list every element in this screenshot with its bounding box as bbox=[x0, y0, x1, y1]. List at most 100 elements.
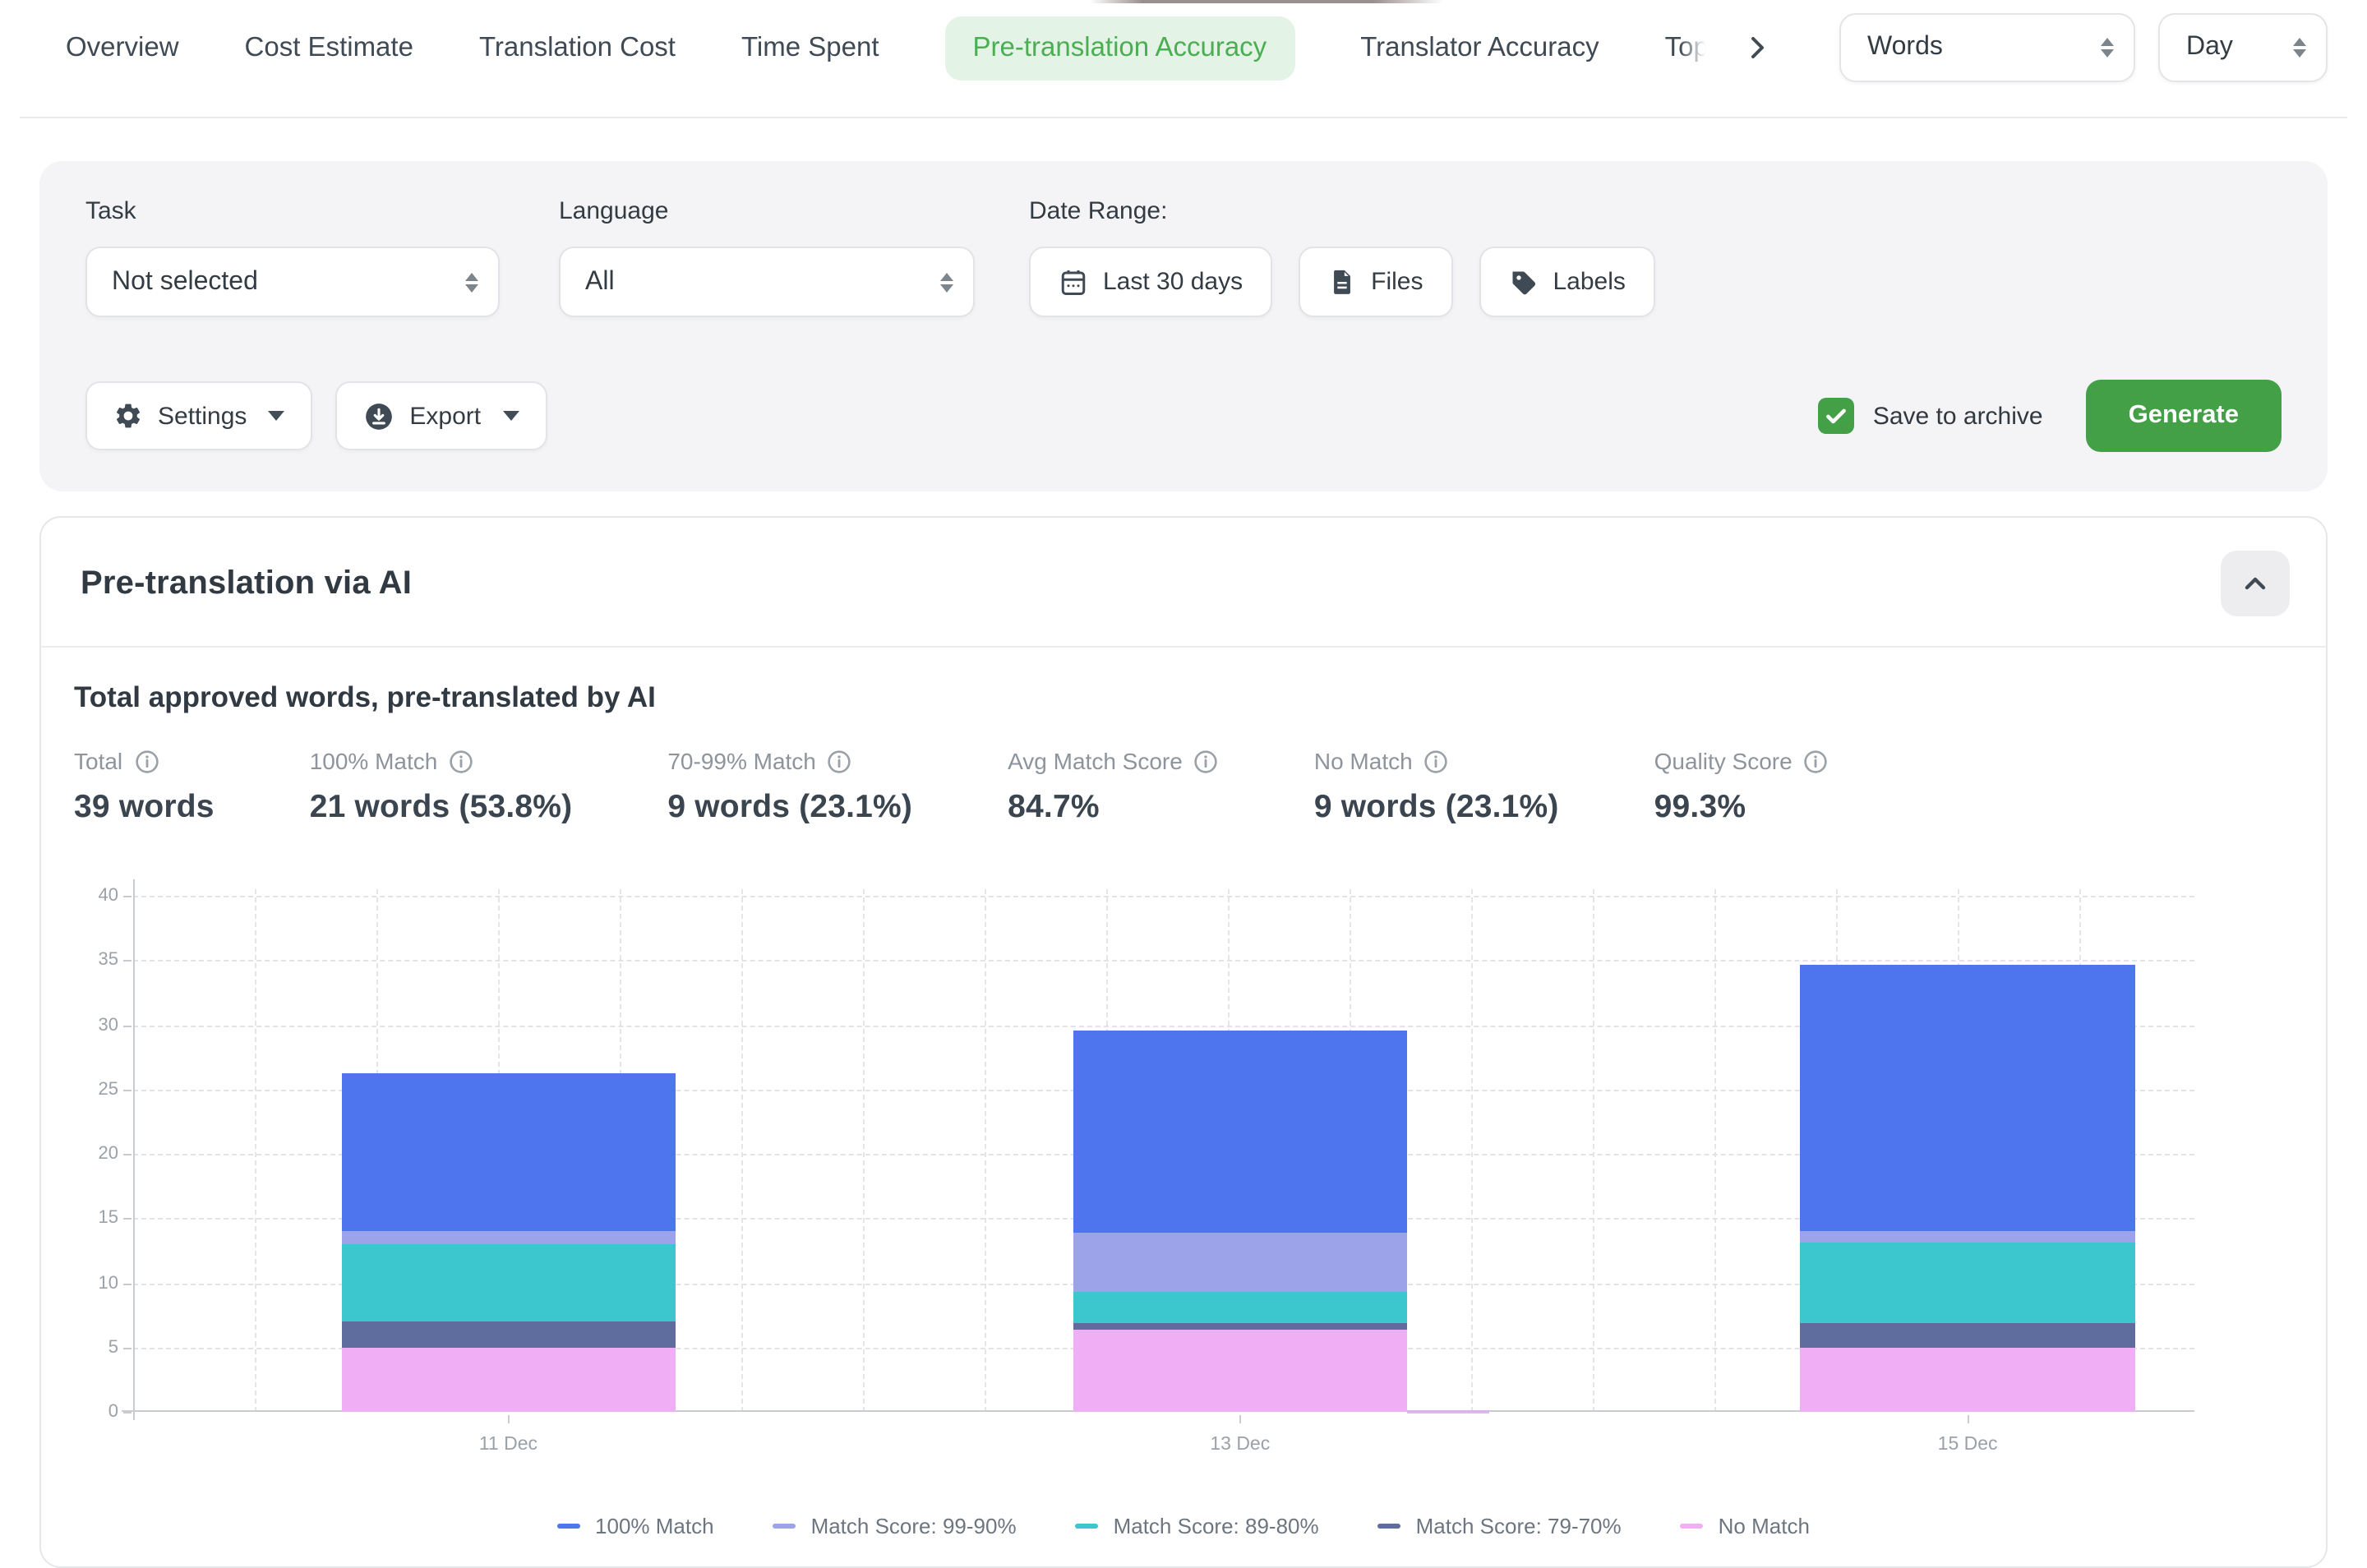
stat-value: 84.7% bbox=[1008, 789, 1219, 827]
date-range-value: Last 30 days bbox=[1103, 268, 1243, 296]
info-icon[interactable] bbox=[1424, 749, 1449, 773]
y-axis-tick-label: 10 bbox=[99, 1273, 119, 1293]
x-axis-tick-mark bbox=[1240, 1415, 1242, 1423]
y-axis-tick-mark bbox=[123, 896, 132, 897]
legend-item-100-match[interactable]: 100% Match bbox=[557, 1514, 714, 1538]
bar-segment-15-dec-match-score-79-70-[interactable] bbox=[1801, 1323, 2134, 1348]
tag-icon bbox=[1508, 267, 1538, 297]
analytics-page: Overview Cost Estimate Translation Cost … bbox=[0, 0, 2367, 1550]
stat-quality-score: Quality Score 99.3% bbox=[1654, 748, 1829, 827]
bar-segment-11-dec-match-score-99-90-[interactable] bbox=[341, 1231, 675, 1244]
legend-label: Match Score: 89-80% bbox=[1114, 1514, 1319, 1538]
stat-value: 99.3% bbox=[1654, 789, 1829, 827]
bar-segment-13-dec-100-match[interactable] bbox=[1073, 1031, 1407, 1233]
period-select[interactable]: Day bbox=[2158, 13, 2328, 82]
stat-no-match: No Match 9 words (23.1%) bbox=[1314, 748, 1559, 827]
stat-value: 21 words (53.8%) bbox=[310, 789, 573, 827]
bar-segment-15-dec-no-match[interactable] bbox=[1801, 1348, 2134, 1413]
card-title: Pre-translation via AI bbox=[81, 565, 412, 602]
filters-panel: Task Not selected Language All Date Rang… bbox=[39, 161, 2328, 491]
bar-segment-11-dec-no-match[interactable] bbox=[341, 1348, 675, 1413]
legend-dash-icon bbox=[1681, 1524, 1704, 1529]
y-axis-tick-label: 35 bbox=[99, 951, 119, 971]
gridline-horizontal bbox=[133, 961, 2194, 962]
date-range-button[interactable]: Last 30 days bbox=[1029, 247, 1272, 317]
bar-segment-11-dec-match-score-89-80-[interactable] bbox=[341, 1244, 675, 1321]
tab-translator-accuracy[interactable]: Translator Accuracy bbox=[1360, 32, 1599, 63]
y-axis-tick-mark bbox=[123, 961, 132, 962]
caret-down-icon bbox=[502, 411, 519, 421]
legend-item-no-match[interactable]: No Match bbox=[1681, 1514, 1810, 1538]
language-select-value: All bbox=[585, 267, 615, 297]
file-icon bbox=[1328, 268, 1356, 296]
stat-avg-match-score: Avg Match Score 84.7% bbox=[1008, 748, 1219, 827]
bar-segment-15-dec-match-score-99-90-[interactable] bbox=[1801, 1231, 2134, 1243]
bar-segment-13-dec-match-score-79-70-[interactable] bbox=[1073, 1323, 1407, 1330]
pre-translation-card: Pre-translation via AI Total approved wo… bbox=[39, 516, 2328, 1568]
unit-select[interactable]: Words bbox=[1839, 13, 2135, 82]
gridline-vertical bbox=[1714, 889, 1716, 1412]
tab-time-spent[interactable]: Time Spent bbox=[741, 32, 879, 63]
language-select[interactable]: All bbox=[559, 247, 975, 317]
tabs-scroll-right-button[interactable] bbox=[1745, 35, 1771, 61]
gridline-vertical bbox=[863, 889, 865, 1412]
info-icon[interactable] bbox=[828, 749, 852, 773]
bar-segment-11-dec-match-score-79-70-[interactable] bbox=[341, 1321, 675, 1347]
chevron-up-icon bbox=[2242, 570, 2268, 597]
generate-button[interactable]: Generate bbox=[2086, 380, 2282, 452]
legend-label: 100% Match bbox=[595, 1514, 714, 1538]
legend-item-match-score-99-90-[interactable]: Match Score: 99-90% bbox=[773, 1514, 1017, 1538]
tab-translation-cost[interactable]: Translation Cost bbox=[479, 32, 676, 63]
bar-segment-15-dec-100-match[interactable] bbox=[1801, 966, 2134, 1231]
stat-label: Avg Match Score bbox=[1008, 748, 1183, 774]
legend-item-match-score-79-70-[interactable]: Match Score: 79-70% bbox=[1378, 1514, 1622, 1538]
unit-select-value: Words bbox=[1867, 33, 1943, 62]
section-title: Total approved words, pre-translated by … bbox=[74, 680, 2293, 715]
tab-cost-estimate[interactable]: Cost Estimate bbox=[245, 32, 413, 63]
y-axis-tick-label: 0 bbox=[108, 1402, 118, 1422]
report-tabs: Overview Cost Estimate Translation Cost … bbox=[66, 16, 1810, 80]
info-icon[interactable] bbox=[134, 749, 159, 773]
stat-total: Total 39 words bbox=[74, 748, 215, 827]
stat-label: 70-99% Match bbox=[667, 748, 816, 774]
gridline-vertical bbox=[741, 889, 743, 1412]
tab-overview[interactable]: Overview bbox=[66, 32, 179, 63]
info-icon[interactable] bbox=[1804, 749, 1829, 773]
x-axis-tick-mark bbox=[508, 1415, 510, 1423]
stat-value: 9 words (23.1%) bbox=[1314, 789, 1559, 827]
task-select-value: Not selected bbox=[112, 267, 258, 297]
files-filter-button[interactable]: Files bbox=[1299, 247, 1452, 317]
stacked-bar-chart: 051015202530354011 Dec13 Dec15 Dec bbox=[74, 866, 2293, 1510]
legend-dash-icon bbox=[1076, 1524, 1099, 1529]
bar-segment-13-dec-match-score-99-90-[interactable] bbox=[1073, 1233, 1407, 1292]
stats-row: Total 39 words 100% Match 21 words (53.8… bbox=[74, 748, 2293, 827]
report-tabs-bar: Overview Cost Estimate Translation Cost … bbox=[0, 0, 2367, 95]
legend-item-match-score-89-80-[interactable]: Match Score: 89-80% bbox=[1076, 1514, 1319, 1538]
bar-segment-15-dec-match-score-89-80-[interactable] bbox=[1801, 1243, 2134, 1322]
period-select-value: Day bbox=[2186, 33, 2233, 62]
tab-pre-translation-accuracy[interactable]: Pre-translation Accuracy bbox=[945, 16, 1295, 80]
download-circle-icon bbox=[363, 400, 394, 431]
date-range-label: Date Range: bbox=[1029, 197, 1655, 225]
info-icon[interactable] bbox=[1194, 749, 1219, 773]
info-icon[interactable] bbox=[449, 749, 473, 773]
task-select[interactable]: Not selected bbox=[85, 247, 500, 317]
gridline-vertical bbox=[1593, 889, 1594, 1412]
tab-top-truncated[interactable]: Top bbox=[1665, 32, 1709, 63]
stat-value: 9 words (23.1%) bbox=[667, 789, 912, 827]
task-label: Task bbox=[85, 197, 500, 225]
x-axis-category-label: 13 Dec bbox=[1210, 1435, 1270, 1455]
bar-segment-13-dec-no-match[interactable] bbox=[1073, 1330, 1407, 1412]
x-axis-category-label: 15 Dec bbox=[1938, 1435, 1998, 1455]
labels-filter-button[interactable]: Labels bbox=[1479, 247, 1654, 317]
files-button-label: Files bbox=[1371, 268, 1423, 296]
bar-segment-11-dec-100-match[interactable] bbox=[341, 1072, 675, 1231]
bar-segment-13-dec-match-score-89-80-[interactable] bbox=[1073, 1292, 1407, 1323]
stat-70-99-match: 70-99% Match 9 words (23.1%) bbox=[667, 748, 912, 827]
collapse-card-button[interactable] bbox=[2221, 551, 2290, 616]
save-to-archive-checkbox[interactable] bbox=[1819, 398, 1855, 434]
export-button[interactable]: Export bbox=[335, 381, 547, 450]
settings-button[interactable]: Settings bbox=[85, 381, 312, 450]
y-axis-line bbox=[133, 879, 135, 1420]
gridline-vertical bbox=[255, 889, 256, 1412]
